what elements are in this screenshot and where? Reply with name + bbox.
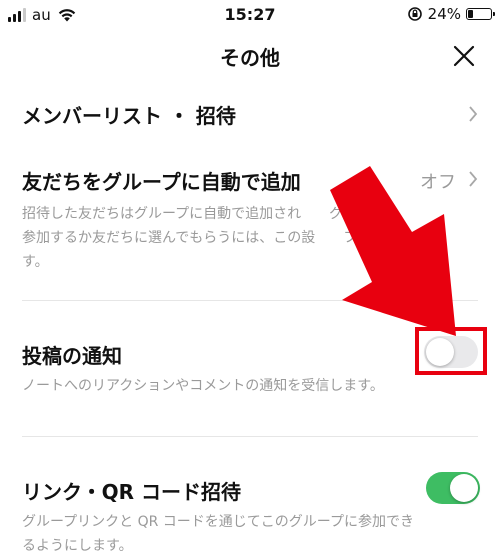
red-arrow-annotation [330,166,456,336]
arrow-shape [330,166,456,336]
highlight-box-annotation [415,327,487,375]
